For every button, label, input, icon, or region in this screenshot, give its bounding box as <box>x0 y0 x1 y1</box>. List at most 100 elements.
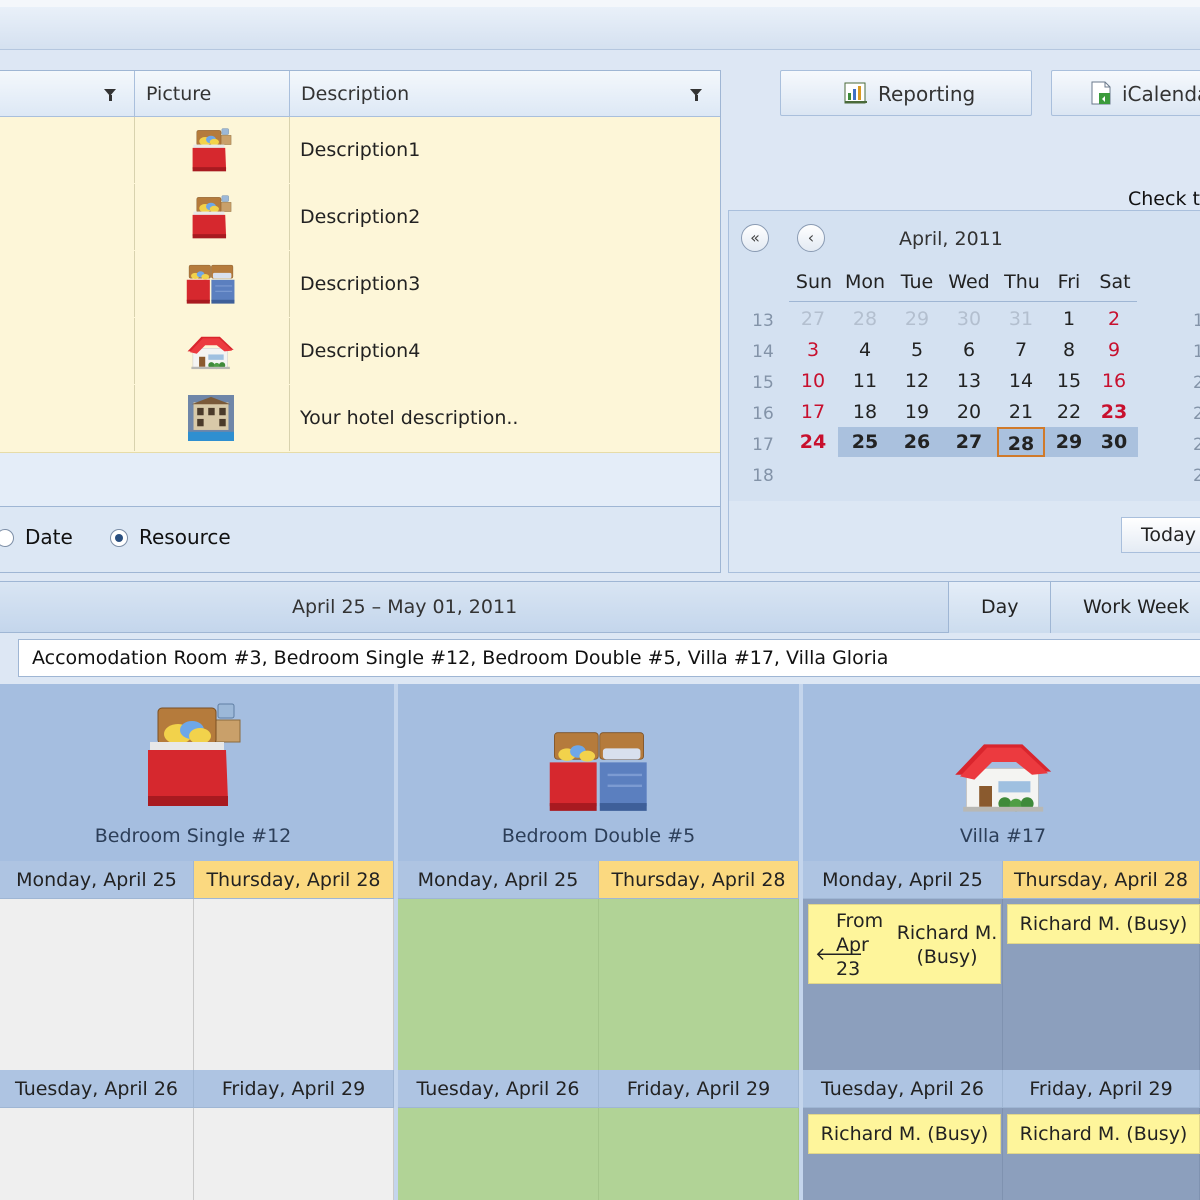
appointment-tue[interactable]: Richard M. (Busy) <box>808 1114 1001 1154</box>
radio-label-date: Date <box>25 525 73 549</box>
day-header: Monday, April 25 <box>0 861 194 899</box>
resource-header-bedroom-single: Bedroom Single #12 <box>0 684 398 861</box>
view-day-button[interactable]: Day <box>948 582 1050 633</box>
calendar-day[interactable]: 29 <box>893 304 941 334</box>
date-range-label: April 25 – May 01, 2011 <box>292 596 518 618</box>
appointment-thu[interactable]: Richard M. (Busy) <box>1007 904 1200 944</box>
calendar-day[interactable]: 16 <box>1090 366 1138 396</box>
calendar-day[interactable]: 28 <box>841 304 889 334</box>
day-header-highlighted: Thursday, April 28 <box>599 861 799 899</box>
calendar-day[interactable]: 1 <box>1045 304 1093 334</box>
icalendar-button[interactable]: iCalendar <box>1051 70 1200 116</box>
today-button[interactable]: Today <box>1121 517 1200 553</box>
calendar-day[interactable]: 17 <box>789 397 837 427</box>
calendar-day[interactable]: 30 <box>1090 427 1138 457</box>
calendar-day[interactable]: 11 <box>841 366 889 396</box>
table-row[interactable]: Description1 <box>0 117 720 185</box>
calendar-day[interactable]: 29 <box>1045 427 1093 457</box>
appointment-fri[interactable]: Richard M. (Busy) <box>1007 1114 1200 1154</box>
time-slot-available[interactable] <box>398 899 599 1070</box>
day-header: Friday, April 29 <box>194 1070 394 1108</box>
calendar-day[interactable]: 30 <box>945 304 993 334</box>
calendar-day[interactable]: 25 <box>841 427 889 457</box>
grid-header: Picture Description <box>0 71 720 117</box>
calendar-day[interactable]: 10 <box>789 366 837 396</box>
calendar-day[interactable]: 2 <box>1090 304 1138 334</box>
villa-icon <box>941 730 1067 818</box>
calendar-day[interactable]: 9 <box>1090 335 1138 365</box>
resource-name: Bedroom Double #5 <box>501 825 696 847</box>
grid-column-header-description[interactable]: Description <box>290 71 720 117</box>
row-description: Description4 <box>300 340 421 362</box>
report-icon <box>844 82 867 104</box>
bedroom-double-icon <box>186 261 236 307</box>
scheduler-toolbar: April 25 – May 01, 2011 Day Work Week <box>0 581 1200 633</box>
time-slot[interactable] <box>194 899 394 1070</box>
calendar-day[interactable]: 27 <box>945 427 993 457</box>
time-slot-available[interactable] <box>599 899 799 1070</box>
day-header: Tuesday, April 26 <box>0 1070 194 1108</box>
calendar-day[interactable]: 20 <box>945 397 993 427</box>
radio-group-by-date[interactable] <box>0 529 14 547</box>
table-row[interactable]: Description2 <box>0 184 720 252</box>
table-row[interactable]: Your hotel description.. <box>0 385 720 453</box>
calendar-day[interactable]: 26 <box>893 427 941 457</box>
grid-column-header-name[interactable] <box>0 71 135 117</box>
calendar-day[interactable]: 3 <box>789 335 837 365</box>
calendar-day-selected[interactable]: 28 <box>997 427 1045 457</box>
radio-group-by-resource[interactable] <box>110 529 128 547</box>
table-row[interactable]: Description4 <box>0 318 720 386</box>
calendar-day[interactable]: 18 <box>841 397 889 427</box>
resource-filter-box[interactable]: Accomodation Room #3, Bedroom Single #12… <box>18 639 1200 677</box>
calendar-day[interactable]: 15 <box>1045 366 1093 396</box>
day-header: Tuesday, April 26 <box>398 1070 599 1108</box>
day-header-highlighted: Thursday, April 28 <box>1003 861 1200 899</box>
calendar-day[interactable]: 21 <box>997 397 1045 427</box>
time-slot[interactable] <box>0 899 194 1070</box>
calendar-day[interactable]: 5 <box>893 335 941 365</box>
row-description: Description3 <box>300 273 421 295</box>
time-slot-available[interactable] <box>599 1108 799 1200</box>
time-slot-available[interactable] <box>398 1108 599 1200</box>
calendar-day[interactable]: 7 <box>997 335 1045 365</box>
radio-label-resource: Resource <box>139 525 231 549</box>
time-slot[interactable] <box>0 1108 194 1200</box>
calendar-footer: Today <box>728 501 1200 573</box>
calendar-day[interactable]: 8 <box>1045 335 1093 365</box>
column-divider <box>799 861 803 1200</box>
resource-header-bedroom-double: Bedroom Double #5 <box>398 684 803 861</box>
bedroom-single-icon <box>186 127 236 173</box>
column-divider <box>394 861 398 1200</box>
icalendar-label: iCalendar <box>1122 82 1200 106</box>
hotel-photo <box>186 395 236 441</box>
grid-column-header-picture[interactable]: Picture <box>135 71 290 117</box>
calendar-day[interactable]: 4 <box>841 335 889 365</box>
table-row[interactable]: Description3 <box>0 251 720 319</box>
calendar-day[interactable]: 13 <box>945 366 993 396</box>
calendar-day[interactable]: 24 <box>789 427 837 457</box>
row-description: Description2 <box>300 206 421 228</box>
calendar-day[interactable]: 31 <box>997 304 1045 334</box>
grid-column-label: Picture <box>146 83 212 105</box>
filter-icon[interactable] <box>690 89 702 101</box>
calendar-day[interactable]: 22 <box>1045 397 1093 427</box>
day-header-highlighted: Thursday, April 28 <box>194 861 394 899</box>
calendar-day[interactable]: 23 <box>1090 397 1138 427</box>
reporting-label: Reporting <box>878 82 976 106</box>
appointment-mon[interactable]: 🡐 From Apr 23 Richard M. (Busy) <box>808 904 1001 984</box>
filter-icon[interactable] <box>104 89 116 101</box>
calendar-days: 27 28 29 30 31 1 2 3 4 5 6 7 8 9 10 11 1… <box>728 210 1200 502</box>
time-slot[interactable] <box>194 1108 394 1200</box>
calendar-day[interactable]: 19 <box>893 397 941 427</box>
calendar-day[interactable]: 27 <box>789 304 837 334</box>
check-availability-label: Check t <box>1128 188 1200 210</box>
day-header: Tuesday, April 26 <box>803 1070 1003 1108</box>
resource-name: Bedroom Single #12 <box>94 825 292 847</box>
calendar-day[interactable]: 14 <box>997 366 1045 396</box>
calendar-day[interactable]: 6 <box>945 335 993 365</box>
calendar-day[interactable]: 12 <box>893 366 941 396</box>
bedroom-single-icon <box>142 700 242 810</box>
view-work-week-button[interactable]: Work Week <box>1050 582 1200 633</box>
reporting-button[interactable]: Reporting <box>780 70 1032 116</box>
day-header: Friday, April 29 <box>1003 1070 1200 1108</box>
